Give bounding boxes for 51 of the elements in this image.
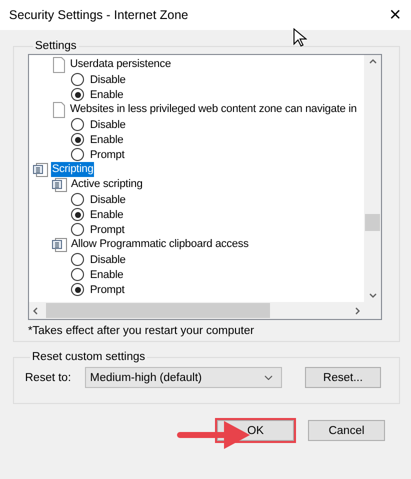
- radio-button[interactable]: [71, 118, 84, 131]
- radio-button[interactable]: [71, 283, 84, 296]
- window-title: Security Settings - Internet Zone: [9, 8, 188, 22]
- radio-button[interactable]: [71, 148, 84, 161]
- tree-item[interactable]: Allow Programmatic clipboard access: [70, 237, 250, 252]
- dropdown[interactable]: Medium-high (default): [85, 367, 282, 388]
- radio-button[interactable]: [71, 73, 84, 86]
- radio-button[interactable]: [71, 133, 84, 146]
- tree-item[interactable]: Userdata persistence: [69, 57, 172, 72]
- tree-item[interactable]: Websites in less privileged web content zone can navigate in: [69, 102, 358, 117]
- scroll-thumb[interactable]: [46, 303, 270, 318]
- vertical-scrollbar[interactable]: [364, 55, 381, 302]
- option-label: Disable: [90, 254, 126, 266]
- script-icon: [52, 177, 67, 192]
- page-icon: [52, 102, 66, 118]
- option-label: Disable: [90, 74, 126, 86]
- radio-button[interactable]: [71, 193, 84, 206]
- field-label: Reset to:: [25, 372, 72, 384]
- option-label: Prompt: [90, 148, 125, 160]
- reset-button[interactable]: Reset...: [305, 367, 381, 388]
- tree-item[interactable]: Active scripting: [70, 177, 144, 192]
- scroll-up-icon: [368, 59, 376, 64]
- group-label: Settings: [34, 40, 78, 52]
- close-button[interactable]: ×: [389, 5, 401, 25]
- option-label: Enable: [90, 268, 124, 280]
- group-label: Reset custom settings: [31, 351, 146, 363]
- option-label: Enable: [90, 88, 124, 100]
- option-label: Prompt: [90, 284, 125, 296]
- option-label: Enable: [90, 208, 124, 220]
- scroll-right-icon: [355, 306, 360, 314]
- footnote: *Takes effect after you restart your computer: [28, 325, 256, 337]
- radio-button[interactable]: [71, 253, 84, 266]
- radio-button[interactable]: [71, 88, 84, 101]
- tree-item[interactable]: Scripting: [51, 162, 94, 177]
- scroll-down-icon: [368, 293, 376, 298]
- dropdown-value: Medium-high (default): [90, 372, 202, 384]
- folder-script-icon: [33, 162, 48, 177]
- option-label: Enable: [90, 134, 124, 146]
- scroll-left-icon: [33, 306, 38, 314]
- scroll-thumb[interactable]: [365, 214, 380, 231]
- option-label: Disable: [90, 118, 126, 130]
- chevron-down-icon: [264, 375, 273, 380]
- radio-button[interactable]: [71, 208, 84, 221]
- radio-button[interactable]: [71, 223, 84, 236]
- radio-button[interactable]: [71, 268, 84, 281]
- page-icon: [52, 56, 66, 72]
- option-label: Prompt: [90, 224, 125, 236]
- script-icon: [52, 237, 67, 252]
- dialog-button[interactable]: Cancel: [308, 420, 385, 441]
- horizontal-scrollbar[interactable]: [29, 302, 364, 319]
- option-label: Disable: [90, 194, 126, 206]
